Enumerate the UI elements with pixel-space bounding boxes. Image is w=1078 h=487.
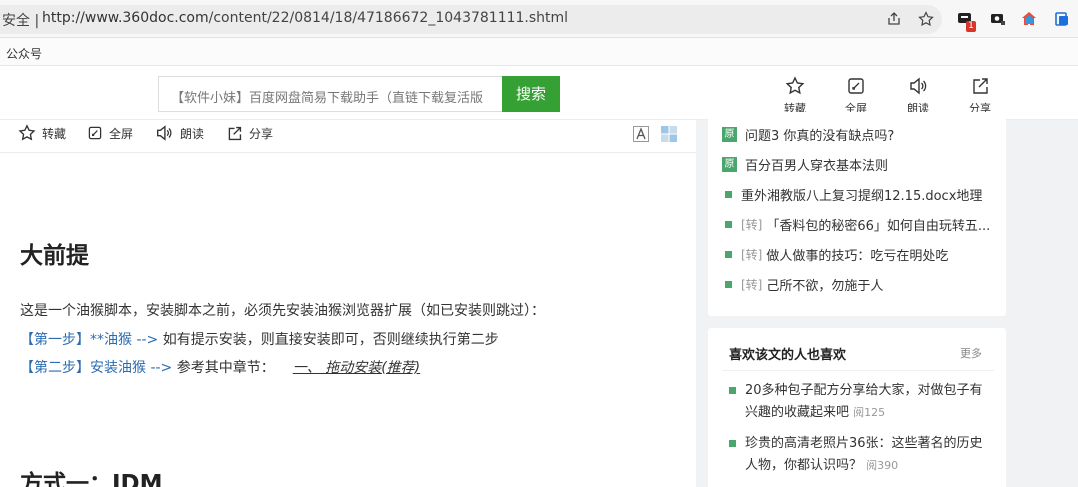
extension-badge: 1: [966, 21, 976, 32]
article-tool-label: 全屏: [109, 126, 134, 141]
article-save-button[interactable]: 转藏: [18, 124, 66, 142]
article-fullscreen-button[interactable]: 全屏: [87, 124, 133, 142]
fullscreen-icon: [88, 126, 102, 140]
drag-install-link[interactable]: 一、 拖动安装(推荐): [293, 360, 420, 376]
search-input[interactable]: 【软件小妹】百度网盘简易下载助手（直链下载复活版: [158, 76, 503, 112]
search-button[interactable]: 搜索: [502, 76, 560, 112]
extension-home-icon[interactable]: [1021, 11, 1037, 27]
step2-link[interactable]: 【第二步】安装油猴 -->: [20, 360, 172, 376]
related-item[interactable]: 重外湘教版八上复习提纲12.15.docx地理: [722, 185, 982, 204]
related-item-title: 问题3 你真的没有缺点吗?: [745, 129, 895, 144]
section-heading: 大前提: [20, 243, 89, 269]
header-fullscreen-button[interactable]: 全屏: [831, 76, 881, 116]
url-path: /content/22/0814/18/47186672_1043781111.…: [208, 10, 569, 26]
related-item[interactable]: 原百分百男人穿衣基本法则: [722, 155, 888, 174]
step1-link[interactable]: 【第一步】**油猴 -->: [20, 332, 158, 348]
method-heading: 方式一：IDM: [20, 471, 163, 487]
article-tool-label: 分享: [249, 126, 274, 141]
recommend-divider: [722, 370, 994, 371]
original-tag: 原: [722, 157, 737, 172]
read-count: 阅390: [866, 459, 899, 472]
read-count: 阅125: [853, 406, 886, 419]
step2-text: 参考其中章节：: [172, 360, 275, 376]
related-item[interactable]: [转] 做人做事的技巧：吃亏在明处吃: [722, 245, 948, 264]
bullet-icon: [729, 440, 736, 447]
repost-tag: [转]: [741, 278, 763, 292]
more-link[interactable]: 更多: [960, 345, 982, 361]
bullet-icon: [725, 221, 732, 228]
step2-line: 【第二步】安装油猴 --> 参考其中章节： 一、 拖动安装(推荐): [20, 357, 420, 377]
related-item[interactable]: [转] 己所不欲，勿施于人: [722, 275, 883, 294]
speaker-icon: [910, 77, 927, 95]
recommend-item[interactable]: 20多种包子配方分享给大家，对做包子有兴趣的收藏起来吧 阅125: [729, 380, 991, 424]
article-toolbar-divider: [0, 152, 696, 153]
repost-tag: [转]: [741, 248, 763, 262]
article-read-aloud-button[interactable]: 朗读: [154, 124, 204, 142]
bullet-icon: [725, 281, 732, 288]
font-size-icon[interactable]: [633, 126, 649, 142]
bookmarks-bar: 公众号: [0, 38, 1078, 66]
header-share-button[interactable]: 分享: [955, 76, 1005, 116]
bullet-icon: [729, 387, 736, 394]
browser-address-bar: 安全 | http://www.360doc.com/content/22/08…: [0, 0, 1078, 38]
url-host: http://www.360doc.com: [42, 10, 209, 26]
related-item-title: 百分百男人穿衣基本法则: [745, 159, 889, 174]
star-icon: [18, 124, 36, 141]
intro-paragraph: 这是一个油猴脚本，安装脚本之前，必须先安装油猴浏览器扩展（如已安装则跳过）：: [20, 303, 545, 319]
related-item-title: 做人做事的技巧：吃亏在明处吃: [766, 249, 949, 264]
step1-line: 【第一步】**油猴 --> 如有提示安装，则直接安装即可，否则继续执行第二步: [20, 329, 499, 349]
article-tool-label: 朗读: [180, 126, 205, 141]
recommend-panel-title: 喜欢该文的人也喜欢: [729, 348, 847, 363]
fullscreen-icon: [848, 78, 864, 94]
related-item-title: 己所不欲，勿施于人: [766, 279, 884, 294]
header-read-aloud-button[interactable]: 朗读: [893, 76, 943, 116]
share-icon: [228, 126, 242, 140]
header-save-button[interactable]: 转藏: [770, 76, 820, 116]
security-indicator[interactable]: 安全 |: [2, 10, 39, 30]
recommend-item[interactable]: 珍贵的高清老照片36张：这些著名的历史人物，你都认识吗？ 阅390: [729, 433, 991, 477]
article-share-button[interactable]: 分享: [226, 124, 273, 142]
related-item[interactable]: [转] 「香料包的秘密66」如何自由玩转五...: [722, 215, 990, 234]
original-tag: 原: [722, 127, 737, 142]
step1-text: 如有提示安装，则直接安装即可，否则继续执行第二步: [158, 332, 499, 348]
related-item-title: 「香料包的秘密66」如何自由玩转五...: [766, 219, 991, 234]
bullet-icon: [725, 251, 732, 258]
url-text[interactable]: http://www.360doc.com/content/22/0814/18…: [42, 10, 568, 26]
star-icon: [785, 76, 805, 95]
bookmark-star-icon[interactable]: [918, 11, 934, 27]
speaker-icon: [157, 125, 172, 141]
share-icon: [973, 78, 988, 94]
extension-camera-icon[interactable]: [990, 11, 1006, 27]
related-item[interactable]: 原问题3 你真的没有缺点吗?: [722, 125, 894, 144]
related-item-title: 重外湘教版八上复习提纲12.15.docx地理: [741, 189, 983, 204]
share-page-icon[interactable]: [886, 11, 902, 27]
theme-color-icon[interactable]: [661, 126, 677, 142]
repost-tag: [转]: [741, 218, 763, 232]
bullet-icon: [725, 191, 732, 198]
bookmark-item[interactable]: 公众号: [6, 45, 42, 62]
article-tool-label: 转藏: [42, 126, 67, 141]
recommend-item-title: 珍贵的高清老照片36张：这些著名的历史人物，你都认识吗？: [745, 436, 983, 473]
extension-docs-icon[interactable]: [1054, 11, 1070, 27]
